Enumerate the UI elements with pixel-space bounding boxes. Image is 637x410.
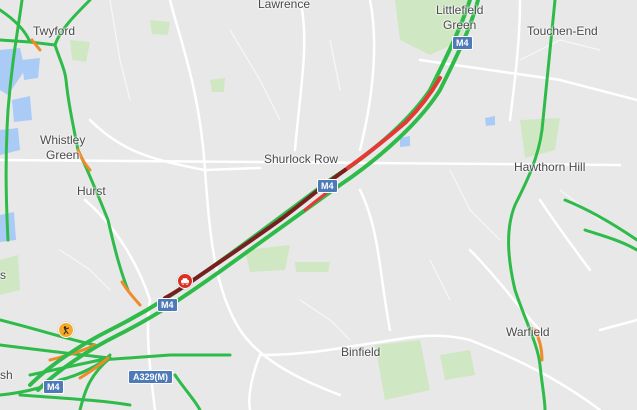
place-label-edge-s: s [0,268,6,282]
place-label-twyford: Twyford [33,24,76,38]
place-label-whistley-green: Whistley Green [40,133,86,162]
place-label-shurlock-row: Shurlock Row [264,152,339,166]
place-label-warfield: Warfield [506,325,550,339]
traffic-map[interactable]: Twyford Lawrence Littlefield Green Touch… [0,0,637,410]
roadworks-icon[interactable] [58,322,74,338]
map-base-layer [0,0,637,410]
place-label-touchen-end: Touchen-End [527,24,598,38]
place-label-edge-sh: sh [0,368,13,382]
place-label-lawrence: Lawrence [258,0,311,11]
road-shield-m4-top: M4 [452,36,473,50]
road-shield-m4-mid: M4 [317,179,338,193]
place-label-hawthorn-hill: Hawthorn Hill [514,160,586,174]
road-shield-a329m: A329(M) [128,370,174,384]
car-crash-glyph [181,278,189,285]
car-crash-icon[interactable] [177,273,193,289]
road-shield-m4-lower: M4 [157,298,178,312]
place-label-littlefield-green: Littlefield Green [436,3,484,32]
place-label-hurst: Hurst [77,184,106,198]
roadworks-glyph [63,326,69,335]
place-label-binfield: Binfield [341,345,381,359]
road-shield-m4-bottom: M4 [43,380,64,394]
